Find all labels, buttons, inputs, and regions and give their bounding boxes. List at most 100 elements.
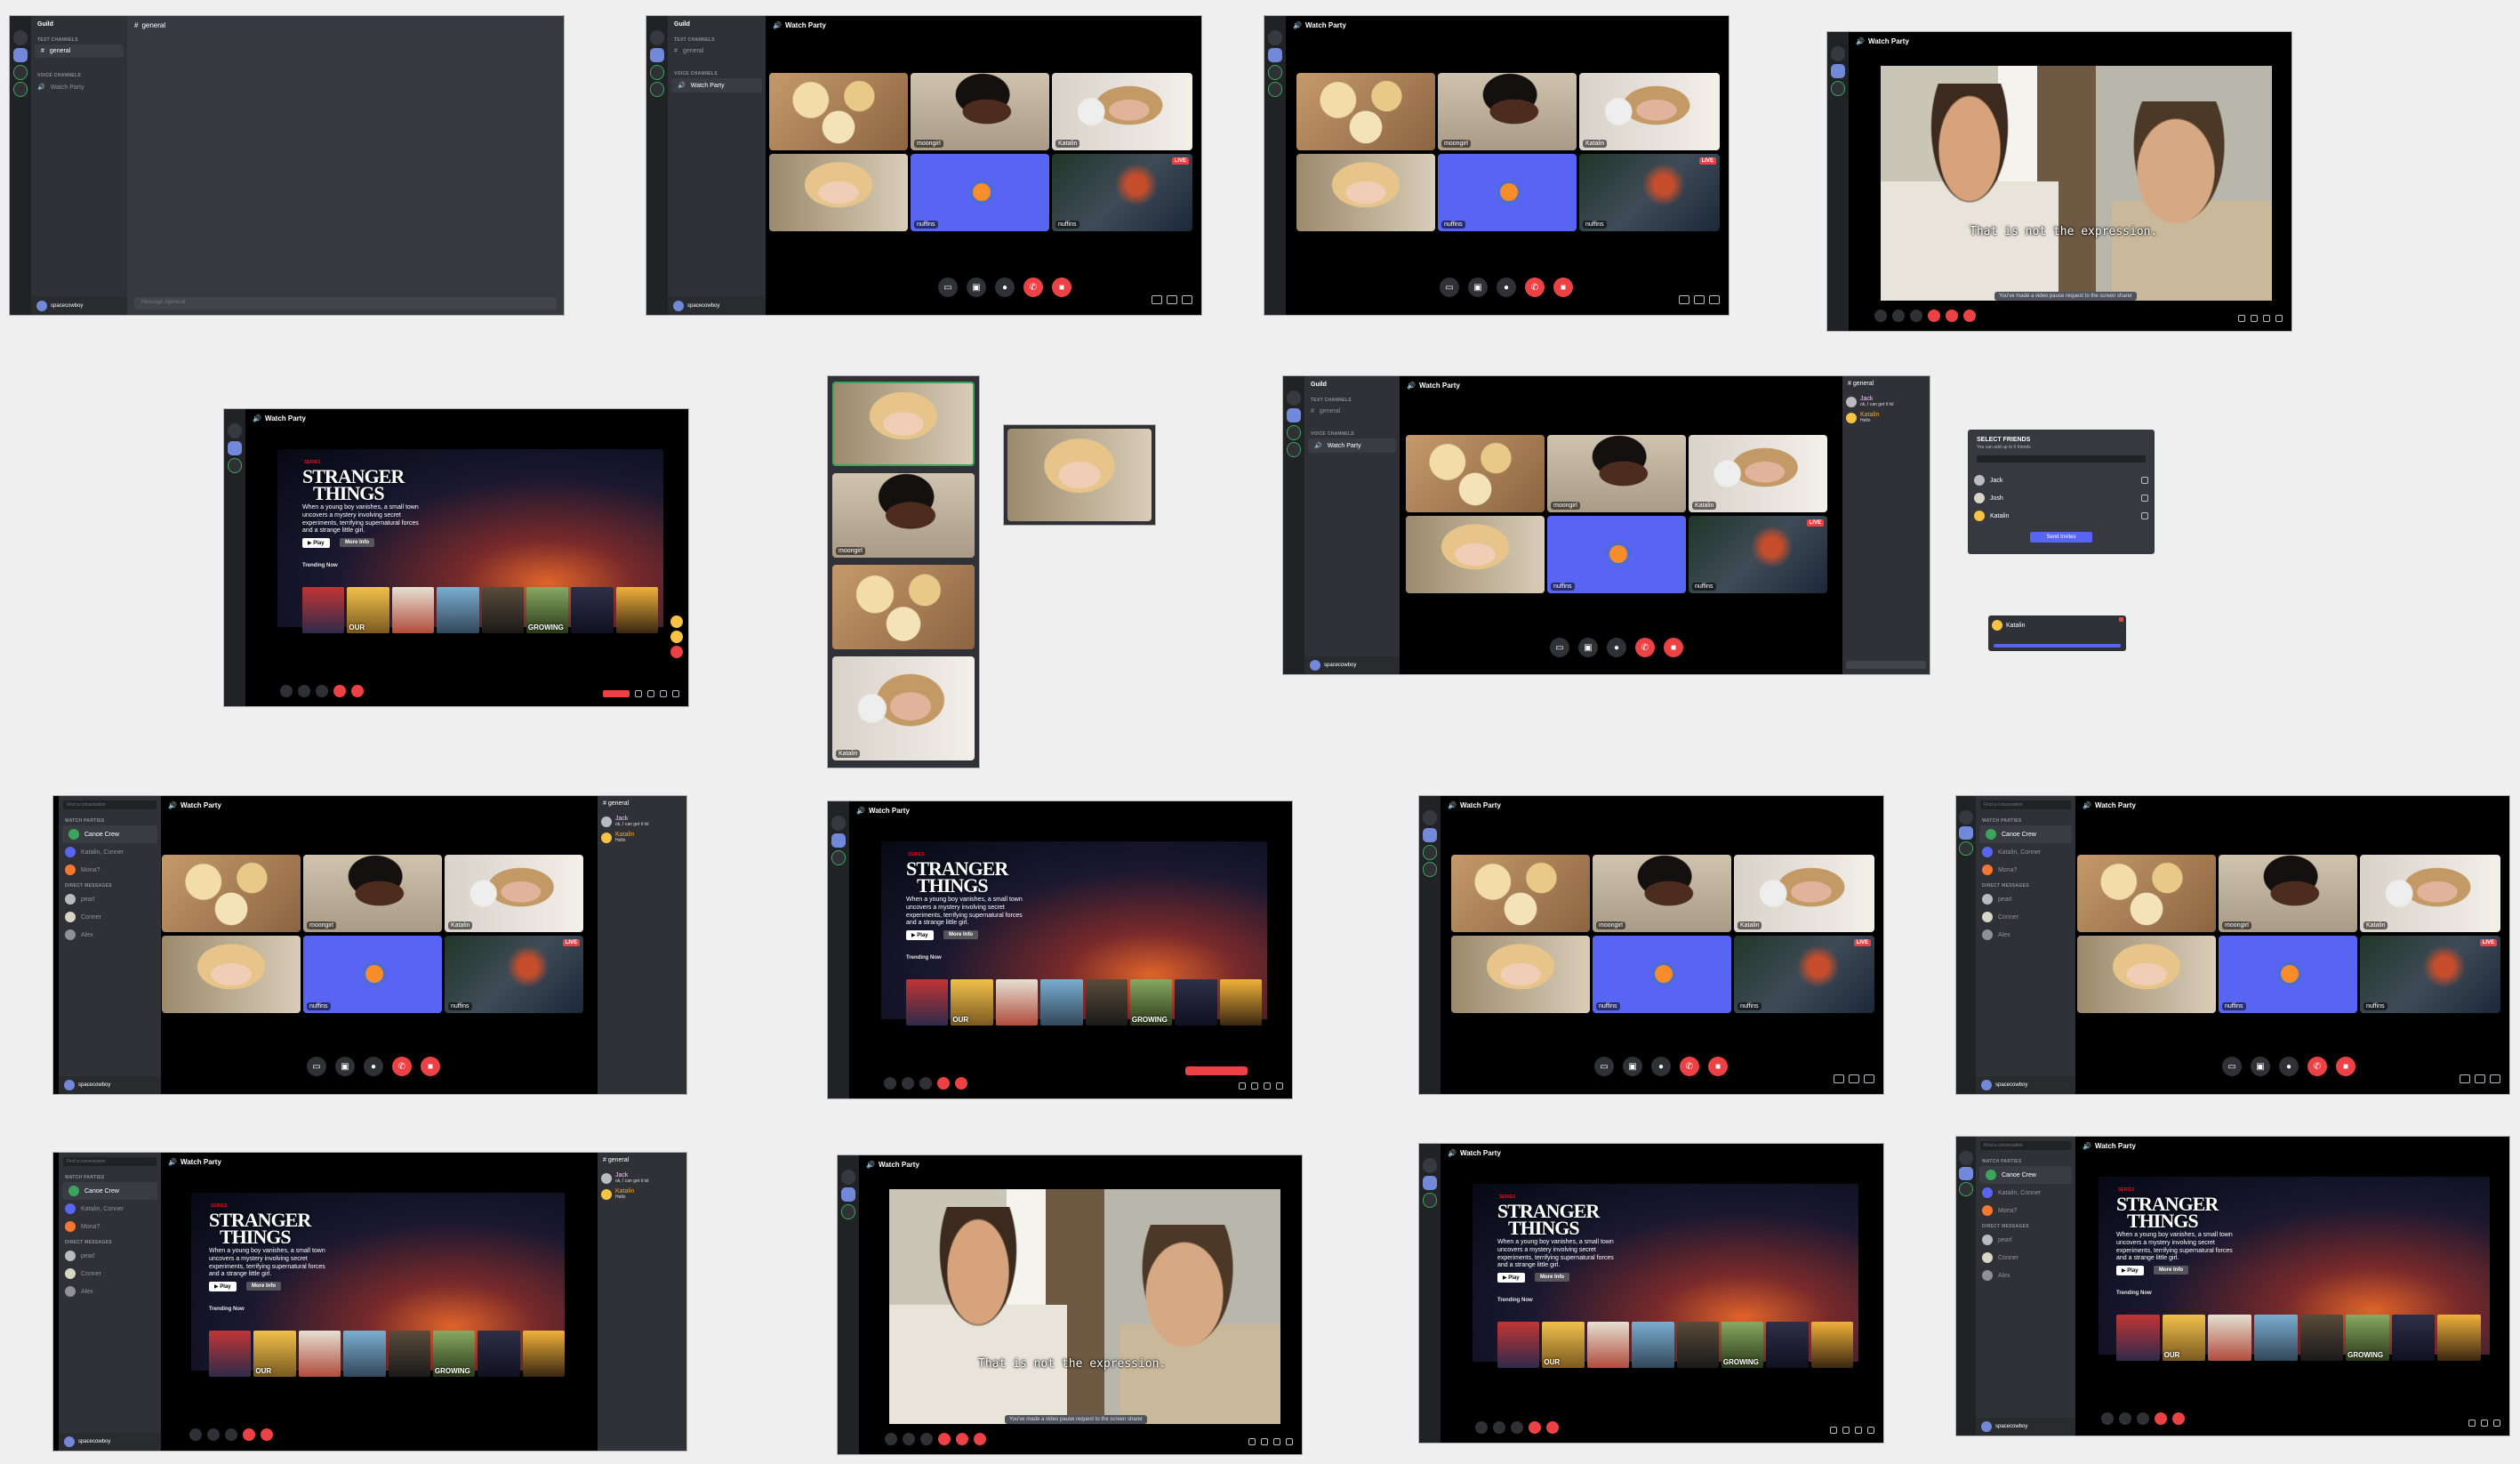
video-tile[interactable] bbox=[1406, 516, 1545, 593]
friend-row-jack[interactable]: Jack bbox=[1968, 471, 2155, 489]
reaction-bar[interactable] bbox=[1185, 1066, 1248, 1075]
stream-video[interactable]: That is not the expression. bbox=[1881, 66, 2272, 301]
video-tile-moongirl[interactable]: moongirl bbox=[1547, 435, 1686, 512]
reaction-stack[interactable] bbox=[670, 615, 683, 658]
video-tile-moongirl[interactable]: moongirl bbox=[303, 855, 442, 932]
stop-stream-icon[interactable]: ■ bbox=[1052, 278, 1071, 297]
friend-row-katalin[interactable]: Katalin bbox=[1968, 507, 2155, 525]
friend-row-josh[interactable]: Josh bbox=[1968, 489, 2155, 507]
chat-icon[interactable] bbox=[1182, 295, 1192, 304]
video-tile-moongirl[interactable]: moongirl bbox=[1438, 73, 1577, 150]
screen-share-icon[interactable]: ▣ bbox=[1578, 638, 1598, 657]
pause-icon[interactable] bbox=[1963, 310, 1976, 322]
camera-icon[interactable]: ▭ bbox=[307, 1057, 326, 1076]
stop-stream-icon[interactable] bbox=[1946, 310, 1958, 322]
more-info-button[interactable]: More Info bbox=[340, 538, 374, 547]
dm-item[interactable]: Alex bbox=[59, 926, 161, 944]
message-input[interactable]: Message #general bbox=[134, 297, 557, 310]
stop-stream-icon[interactable]: ■ bbox=[1664, 638, 1683, 657]
screen-share-icon[interactable]: ▣ bbox=[1468, 278, 1488, 297]
channel-watch-party[interactable]: 🔊 Watch Party bbox=[31, 80, 127, 94]
video-tile-nuffins[interactable]: nuffins bbox=[911, 154, 1049, 231]
hangup-icon[interactable]: ✆ bbox=[392, 1057, 412, 1076]
fullscreen-icon[interactable] bbox=[1167, 295, 1177, 304]
camera-icon[interactable]: ▭ bbox=[938, 278, 958, 297]
camera-icon[interactable]: ▭ bbox=[1440, 278, 1459, 297]
more-info-button[interactable]: More Info bbox=[1535, 1273, 1569, 1282]
dm-item[interactable]: pearl bbox=[59, 890, 161, 908]
video-tile[interactable] bbox=[832, 382, 975, 466]
chat-icon[interactable] bbox=[1709, 295, 1720, 304]
hangup-icon[interactable] bbox=[333, 685, 346, 697]
close-icon[interactable] bbox=[2119, 617, 2123, 622]
stream-tile[interactable]: LIVE nuffins bbox=[445, 936, 583, 1013]
video-tile[interactable] bbox=[162, 936, 301, 1013]
mic-icon[interactable]: ● bbox=[1607, 638, 1626, 657]
video-tile[interactable] bbox=[1296, 73, 1435, 150]
more-info-button[interactable]: More Info bbox=[943, 930, 978, 939]
stop-stream-icon[interactable]: ■ bbox=[421, 1057, 440, 1076]
play-button[interactable]: ▶ Play bbox=[2116, 1266, 2144, 1275]
mic-icon[interactable]: ● bbox=[1497, 278, 1516, 297]
video-tile-moongirl[interactable]: moongirl bbox=[832, 473, 975, 558]
channel-watch-party[interactable]: 🔊 Watch Party bbox=[1308, 438, 1396, 453]
chat-input[interactable] bbox=[1846, 661, 1926, 669]
video-tile-nuffins[interactable]: nuffins bbox=[303, 936, 442, 1013]
video-tile-katalin[interactable]: Katalin bbox=[1052, 73, 1192, 150]
video-tile-katalin[interactable]: Katalin bbox=[832, 656, 975, 760]
friend-search-input[interactable] bbox=[1977, 455, 2146, 463]
channel-general[interactable]: # general bbox=[35, 44, 124, 58]
video-tile-nuffins[interactable]: nuffins bbox=[1547, 516, 1686, 593]
play-button[interactable]: ▶ Play bbox=[209, 1282, 237, 1291]
channel-watch-party[interactable]: 🔊 Watch Party bbox=[671, 78, 762, 93]
stream-tile[interactable]: LIVE nuffins bbox=[1689, 516, 1827, 593]
send-invites-button[interactable]: Send Invites bbox=[2030, 532, 2092, 543]
party-item[interactable]: Katalin, Conner bbox=[59, 843, 161, 861]
video-tile-nuffins[interactable]: nuffins bbox=[1438, 154, 1577, 231]
mic-icon[interactable]: ● bbox=[995, 278, 1015, 297]
party-item[interactable]: Mona? bbox=[59, 861, 161, 879]
stream-tile[interactable]: LIVE nuffins bbox=[1052, 154, 1192, 231]
video-tile-katalin[interactable]: Katalin bbox=[445, 855, 583, 932]
video-tile-katalin[interactable]: Katalin bbox=[1579, 73, 1720, 150]
video-tile[interactable] bbox=[162, 855, 301, 932]
camera-icon[interactable] bbox=[1874, 310, 1887, 322]
video-tile[interactable] bbox=[769, 73, 908, 150]
hangup-icon[interactable]: ✆ bbox=[1635, 638, 1655, 657]
more-info-button[interactable]: More Info bbox=[2154, 1266, 2188, 1275]
video-tile[interactable] bbox=[832, 565, 975, 649]
video-tile[interactable] bbox=[1406, 435, 1545, 512]
video-tile[interactable] bbox=[769, 154, 908, 231]
fullscreen-icon[interactable] bbox=[1694, 295, 1705, 304]
hangup-icon[interactable] bbox=[1928, 310, 1940, 322]
screen-share-icon[interactable]: ▣ bbox=[335, 1057, 355, 1076]
camera-icon[interactable] bbox=[280, 685, 293, 697]
channel-general[interactable]: # general bbox=[1304, 405, 1400, 418]
pip-video[interactable] bbox=[1007, 429, 1152, 521]
screen-share-icon[interactable] bbox=[1892, 310, 1905, 322]
conversation-search[interactable]: Find a conversation bbox=[63, 800, 156, 809]
more-info-button[interactable]: More Info bbox=[246, 1282, 281, 1291]
video-tile-katalin[interactable]: Katalin bbox=[1689, 435, 1827, 512]
mic-icon[interactable] bbox=[316, 685, 328, 697]
stream-video[interactable]: That is not the expression. bbox=[889, 1189, 1280, 1424]
video-tile[interactable] bbox=[1296, 154, 1435, 231]
screen-share-icon[interactable]: ▣ bbox=[967, 278, 986, 297]
popout-icon[interactable] bbox=[1152, 295, 1162, 304]
stop-stream-icon[interactable] bbox=[351, 685, 364, 697]
party-item[interactable]: Canoe Crew bbox=[62, 825, 157, 843]
stop-stream-icon[interactable]: ■ bbox=[1553, 278, 1573, 297]
mic-icon[interactable] bbox=[1910, 310, 1922, 322]
dm-item[interactable]: Conner bbox=[59, 908, 161, 926]
camera-icon[interactable]: ▭ bbox=[1550, 638, 1569, 657]
popout-icon[interactable] bbox=[1679, 295, 1689, 304]
video-tile-moongirl[interactable]: moongirl bbox=[911, 73, 1049, 150]
channel-general[interactable]: # general bbox=[668, 44, 766, 58]
mic-icon[interactable]: ● bbox=[364, 1057, 383, 1076]
stream-tile[interactable]: LIVE nuffins bbox=[1579, 154, 1720, 231]
screen-share-icon[interactable] bbox=[298, 685, 310, 697]
hangup-icon[interactable]: ✆ bbox=[1525, 278, 1545, 297]
play-button[interactable]: ▶ Play bbox=[906, 930, 934, 940]
play-button[interactable]: ▶ Play bbox=[1497, 1273, 1525, 1283]
hangup-icon[interactable]: ✆ bbox=[1023, 278, 1043, 297]
